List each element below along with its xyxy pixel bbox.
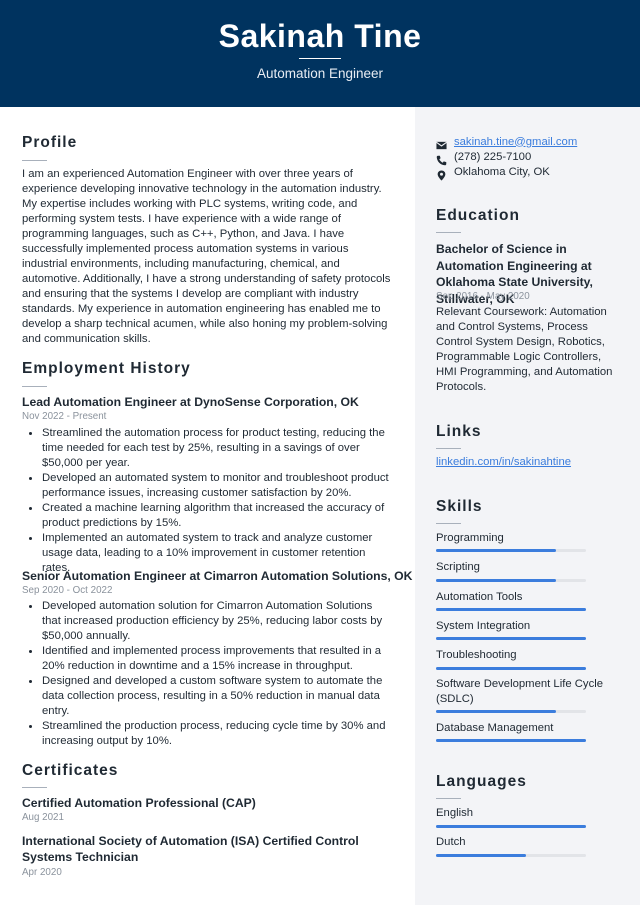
candidate-name: Sakinah Tine xyxy=(218,18,422,54)
profile-divider xyxy=(22,160,47,161)
education-heading: Education xyxy=(436,207,520,224)
certificate-date: Apr 2020 xyxy=(22,867,62,878)
job-bullet: Identified and implemented process impro… xyxy=(22,644,394,674)
location: Oklahoma City, OK xyxy=(454,165,550,178)
certificates-heading: Certificates xyxy=(22,762,119,779)
skill-level-fill xyxy=(436,710,556,713)
job-bullet: Created a machine learning algorithm tha… xyxy=(22,501,394,531)
map-pin-icon xyxy=(436,166,447,181)
job-bullets: Developed automation solution for Cimarr… xyxy=(22,599,394,749)
job-bullet: Developed automation solution for Cimarr… xyxy=(22,599,394,644)
contact-phone-row: (278) 225-7100 xyxy=(436,149,532,166)
skill-name: Programming xyxy=(436,532,504,544)
links-divider xyxy=(436,448,461,449)
job-bullet: Streamlined the automation process for p… xyxy=(22,426,394,471)
skill-level-fill xyxy=(436,739,586,742)
skill-level-fill xyxy=(436,579,556,582)
certificate-name: International Society of Automation (ISA… xyxy=(22,834,359,864)
skill-level-fill xyxy=(436,825,586,828)
skill-level-bar xyxy=(436,825,586,828)
skill-level-fill xyxy=(436,608,586,611)
skill-name: Software Development Life Cycle (SDLC) xyxy=(436,678,604,705)
job-dates: Nov 2022 - Present xyxy=(22,411,107,422)
job-bullet: Developed an automated system to monitor… xyxy=(22,471,394,501)
certificate-date: Aug 2021 xyxy=(22,812,64,823)
languages-heading: Languages xyxy=(436,773,527,790)
skill-level-bar xyxy=(436,854,586,857)
skill-level-fill xyxy=(436,667,586,670)
education-description: Relevant Coursework: Automation and Cont… xyxy=(436,306,613,393)
skill-level-fill xyxy=(436,637,586,640)
links-heading: Links xyxy=(436,423,482,440)
envelope-icon xyxy=(436,136,447,150)
skills-divider xyxy=(436,523,461,524)
certificate-name: Certified Automation Professional (CAP) xyxy=(22,796,256,810)
job-dates: Sep 2020 - Oct 2022 xyxy=(22,585,113,596)
skill-level-bar xyxy=(436,637,586,640)
languages-divider xyxy=(436,798,461,799)
skill-name: System Integration xyxy=(436,620,531,632)
skill-name: Database Management xyxy=(436,722,554,734)
email-link[interactable]: sakinah.tine@gmail.com xyxy=(454,136,577,148)
job-bullets: Streamlined the automation process for p… xyxy=(22,426,394,576)
contact-location-row: Oklahoma City, OK xyxy=(436,164,550,181)
linkedin-link[interactable]: linkedin.com/in/sakinahtine xyxy=(436,456,571,468)
candidate-job-title: Automation Engineer xyxy=(256,66,384,81)
skill-level-bar xyxy=(436,608,586,611)
skill-name: Troubleshooting xyxy=(436,649,517,661)
skill-name: English xyxy=(436,807,474,819)
education-dates: Sep 2016 - May 2020 xyxy=(436,291,530,302)
phone-number: (278) 225-7100 xyxy=(454,150,532,163)
skill-level-bar xyxy=(436,667,586,670)
job-title: Lead Automation Engineer at DynoSense Co… xyxy=(22,395,359,409)
skill-level-fill xyxy=(436,854,526,857)
certificates-divider xyxy=(22,787,47,788)
skill-level-bar xyxy=(436,739,586,742)
phone-icon xyxy=(436,151,447,166)
skill-level-bar xyxy=(436,549,586,552)
skill-level-bar xyxy=(436,579,586,582)
skill-level-fill xyxy=(436,549,556,552)
skill-level-bar xyxy=(436,710,586,713)
profile-heading: Profile xyxy=(22,134,78,151)
header-divider xyxy=(299,58,341,59)
job-bullet: Streamlined the production process, redu… xyxy=(22,719,394,749)
resume-header: Sakinah Tine Automation Engineer xyxy=(0,0,640,107)
job-bullet: Designed and developed a custom software… xyxy=(22,674,394,719)
contact-email-row: sakinah.tine@gmail.com xyxy=(436,134,577,150)
employment-heading: Employment History xyxy=(22,360,191,377)
skill-name: Scripting xyxy=(436,561,480,573)
skill-name: Automation Tools xyxy=(436,591,523,603)
employment-divider xyxy=(22,386,47,387)
education-divider xyxy=(436,232,461,233)
skill-name: Dutch xyxy=(436,836,466,848)
skills-heading: Skills xyxy=(436,498,483,515)
profile-text: I am an experienced Automation Engineer … xyxy=(22,168,391,345)
job-title: Senior Automation Engineer at Cimarron A… xyxy=(22,569,413,583)
